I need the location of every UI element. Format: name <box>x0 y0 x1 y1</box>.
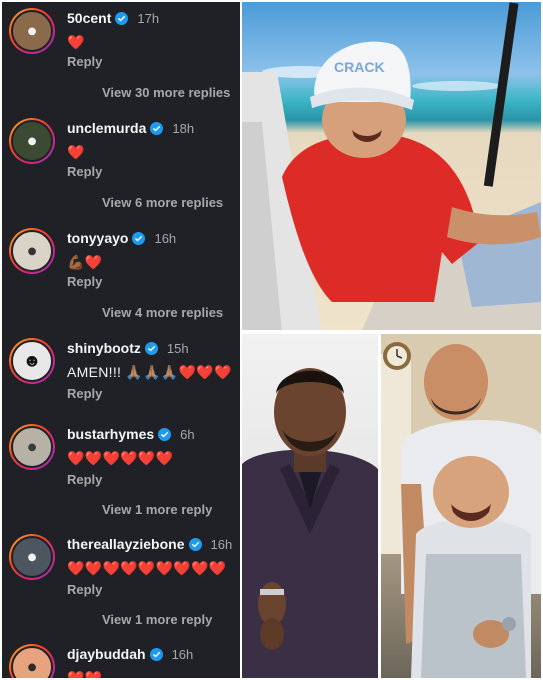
user-photo-icon: ● <box>26 436 38 457</box>
reply-button[interactable]: Reply <box>67 582 102 598</box>
user-photo-icon: ● <box>26 240 38 261</box>
timestamp: 16h <box>154 231 177 246</box>
view-more-replies-button[interactable]: View 4 more replies <box>102 305 223 321</box>
username[interactable]: thereallayziebone <box>67 536 185 552</box>
timestamp: 17h <box>137 11 160 26</box>
comment-header: djaybuddah 16h <box>67 646 193 662</box>
comment-text: ❤️❤️ <box>67 670 103 678</box>
comment-text: ❤️❤️❤️❤️❤️❤️ <box>67 450 174 466</box>
family-photo <box>381 334 541 678</box>
avatar[interactable]: ● <box>9 8 55 54</box>
avatar[interactable]: ☻ <box>9 338 55 384</box>
family-photo-illustration <box>381 334 541 678</box>
view-more-replies-button[interactable]: View 6 more replies <box>102 195 223 211</box>
username[interactable]: bustarhymes <box>67 426 154 442</box>
user-photo-icon: ● <box>26 20 38 41</box>
timestamp: 15h <box>166 341 189 356</box>
portrait-photo <box>242 334 378 678</box>
username[interactable]: tonyyayo <box>67 230 128 246</box>
verified-badge-icon <box>150 122 164 135</box>
verified-badge-icon <box>149 648 163 661</box>
timestamp: 6h <box>180 427 195 442</box>
timestamp: 18h <box>172 121 195 136</box>
view-more-replies-button[interactable]: View 30 more replies <box>102 85 230 101</box>
reply-button[interactable]: Reply <box>67 386 102 402</box>
comment-text: AMEN!!! 🙏🏽🙏🏽🙏🏽❤️❤️❤️ <box>67 364 232 380</box>
comment-header: shinybootz 15h <box>67 340 189 356</box>
timestamp: 16h <box>210 537 233 552</box>
username[interactable]: unclemurda <box>67 120 146 136</box>
comment-header: tonyyayo 16h <box>67 230 176 246</box>
comment-text: ❤️❤️❤️❤️❤️❤️❤️❤️❤️ <box>67 560 227 576</box>
avatar[interactable]: ● <box>9 644 55 678</box>
timestamp: 16h <box>171 647 194 662</box>
portrait-photo-illustration <box>242 368 378 678</box>
comment-header: unclemurda 18h <box>67 120 194 136</box>
avatar[interactable]: ● <box>9 424 55 470</box>
comment-text: ❤️ <box>67 34 85 50</box>
comment-text: 💪🏾❤️ <box>67 254 103 270</box>
verified-badge-icon <box>115 12 129 25</box>
avatar[interactable]: ● <box>9 534 55 580</box>
verified-badge-icon <box>188 538 202 551</box>
view-more-replies-button[interactable]: View 1 more reply <box>102 502 212 518</box>
verified-badge-icon <box>144 342 158 355</box>
avatar[interactable]: ● <box>9 228 55 274</box>
cap-logo-text: CRACK <box>334 59 385 75</box>
user-photo-icon: ● <box>26 546 38 567</box>
user-photo-icon: ● <box>26 656 38 677</box>
comment-text: ❤️ <box>67 144 85 160</box>
reply-button[interactable]: Reply <box>67 164 102 180</box>
verified-badge-icon <box>158 428 172 441</box>
username[interactable]: djaybuddah <box>67 646 146 662</box>
comment-header: bustarhymes 6h <box>67 426 195 442</box>
view-more-replies-button[interactable]: View 1 more reply <box>102 612 212 628</box>
username[interactable]: shinybootz <box>67 340 141 356</box>
avatar[interactable]: ● <box>9 118 55 164</box>
verified-badge-icon <box>132 232 146 245</box>
username[interactable]: 50cent <box>67 10 111 26</box>
cartoon-face-icon: ☻ <box>22 350 42 371</box>
comments-panel: ● 50cent 17h ❤️ Reply View 30 more replie… <box>2 2 240 678</box>
comment-header: thereallayziebone 16h <box>67 536 232 552</box>
beach-photo: CRACK <box>242 2 541 330</box>
user-photo-icon: ● <box>26 130 38 151</box>
beach-photo-illustration: CRACK <box>242 2 541 330</box>
reply-button[interactable]: Reply <box>67 472 102 488</box>
reply-button[interactable]: Reply <box>67 54 102 70</box>
reply-button[interactable]: Reply <box>67 274 102 290</box>
comment-header: 50cent 17h <box>67 10 159 26</box>
